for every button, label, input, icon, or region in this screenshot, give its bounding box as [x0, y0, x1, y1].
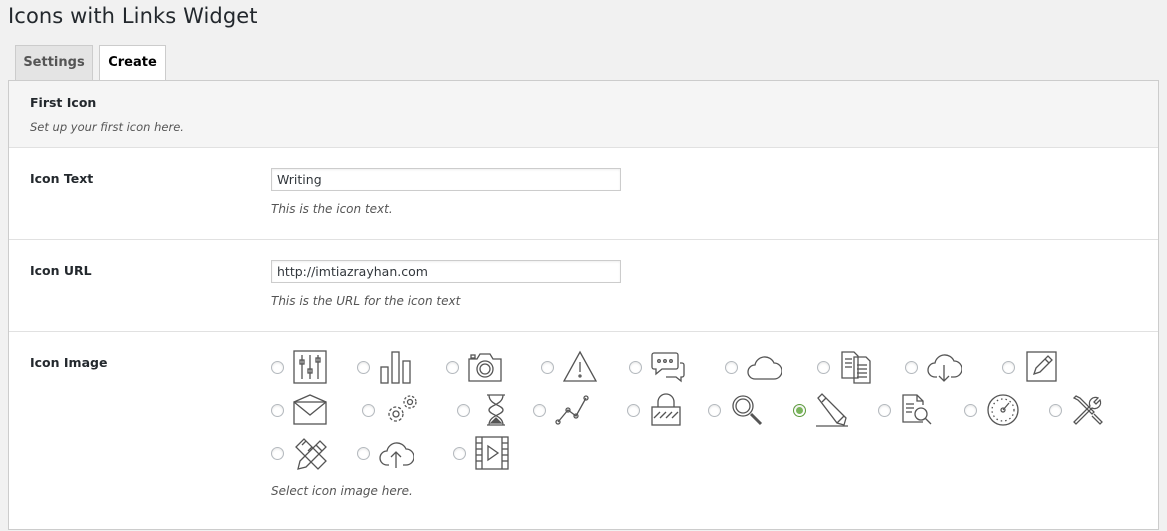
- radio-button[interactable]: [362, 403, 375, 417]
- icon-image-picker: [271, 331, 1131, 531]
- camera-icon: [468, 353, 502, 382]
- radio-button[interactable]: [357, 360, 370, 374]
- warning-icon: [562, 350, 598, 382]
- radio-button[interactable]: [1049, 403, 1062, 417]
- gears-icon: [388, 395, 417, 422]
- cloud-icon: [747, 356, 782, 380]
- icon-option-design[interactable]: [271, 435, 328, 471]
- icon-option-video[interactable]: [453, 435, 510, 471]
- radio-button[interactable]: [446, 360, 459, 374]
- radio-button[interactable]: [357, 446, 370, 460]
- radio-button[interactable]: [271, 403, 284, 417]
- section-title: First Icon: [30, 95, 97, 110]
- section-description: Set up your first icon here.: [30, 120, 184, 134]
- icon-option-camera[interactable]: [446, 349, 503, 385]
- icon-url-input[interactable]: [271, 260, 621, 283]
- design-icon: [295, 438, 327, 470]
- radio-button[interactable]: [271, 360, 284, 374]
- icon-text-row: Icon Text This is the icon text.: [9, 147, 1158, 240]
- icon-text-label: Icon Text: [30, 171, 94, 186]
- icon-option-lock[interactable]: [627, 392, 684, 428]
- speedometer-icon: [987, 394, 1019, 426]
- icon-option-speedometer[interactable]: [964, 392, 1021, 428]
- radio-button[interactable]: [1002, 360, 1015, 374]
- sliders-icon: [293, 350, 327, 384]
- radio-button[interactable]: [453, 446, 466, 460]
- document-search-icon: [902, 394, 932, 425]
- icon-option-tools[interactable]: [1049, 392, 1106, 428]
- magnifier-icon: [732, 395, 763, 426]
- tab-create[interactable]: Create: [99, 45, 166, 82]
- icon-option-warning[interactable]: [541, 349, 598, 385]
- icon-text-description: This is the icon text.: [271, 202, 393, 216]
- icon-option-chat[interactable]: [629, 349, 686, 385]
- radio-button[interactable]: [271, 446, 284, 460]
- icon-image-label: Icon Image: [30, 355, 108, 370]
- radio-button[interactable]: [629, 360, 642, 374]
- icon-option-cloud-download[interactable]: [905, 349, 962, 385]
- icon-option-cloud[interactable]: [725, 349, 782, 385]
- icon-option-cloud-upload[interactable]: [357, 435, 414, 471]
- radio-button[interactable]: [708, 403, 721, 417]
- documents-icon: [841, 351, 871, 384]
- icon-option-line-graph[interactable]: [533, 392, 590, 428]
- tab-settings[interactable]: Settings: [15, 45, 93, 80]
- pencil-ruler-icon: [816, 393, 848, 427]
- radio-button[interactable]: [627, 403, 640, 417]
- icon-option-sliders[interactable]: [271, 349, 328, 385]
- video-icon: [475, 436, 509, 470]
- cloud-download-icon: [927, 354, 962, 382]
- icon-image-description: Select icon image here.: [271, 484, 413, 498]
- radio-button[interactable]: [964, 403, 977, 417]
- line-graph-icon: [555, 395, 589, 425]
- radio-button[interactable]: [905, 360, 918, 374]
- hourglass-icon: [487, 394, 505, 426]
- icon-text-input[interactable]: [271, 168, 621, 191]
- radio-button[interactable]: [541, 360, 554, 374]
- icon-option-documents[interactable]: [817, 349, 874, 385]
- icon-option-envelope[interactable]: [271, 392, 328, 428]
- icon-option-hourglass[interactable]: [457, 392, 514, 428]
- icon-url-label: Icon URL: [30, 263, 92, 278]
- chat-icon: [651, 352, 685, 383]
- section-header: First Icon Set up your first icon here.: [9, 81, 1158, 148]
- icon-url-row: Icon URL This is the URL for the icon te…: [9, 239, 1158, 332]
- icon-option-bar-chart[interactable]: [357, 349, 414, 385]
- tools-icon: [1072, 395, 1103, 425]
- lock-icon: [651, 393, 681, 426]
- icon-image-row: Icon Image Select icon image here.: [9, 331, 1158, 531]
- settings-panel: First Icon Set up your first icon here. …: [8, 80, 1159, 530]
- cloud-upload-icon: [379, 442, 414, 468]
- icon-option-pencil-ruler[interactable]: [793, 392, 850, 428]
- edit-icon: [1026, 351, 1057, 382]
- radio-button[interactable]: [457, 403, 470, 417]
- radio-button[interactable]: [725, 360, 738, 374]
- icon-option-document-search[interactable]: [878, 392, 935, 428]
- radio-button[interactable]: [817, 360, 830, 374]
- radio-button-selected[interactable]: [793, 403, 806, 417]
- icon-option-edit[interactable]: [1002, 349, 1059, 385]
- bar-chart-icon: [380, 351, 411, 384]
- icon-option-gears[interactable]: [362, 392, 419, 428]
- envelope-icon: [293, 394, 327, 425]
- radio-button[interactable]: [878, 403, 891, 417]
- radio-button[interactable]: [533, 403, 546, 417]
- icon-option-magnifier[interactable]: [708, 392, 765, 428]
- page-title: Icons with Links Widget: [8, 4, 258, 28]
- icon-url-description: This is the URL for the icon text: [271, 294, 461, 308]
